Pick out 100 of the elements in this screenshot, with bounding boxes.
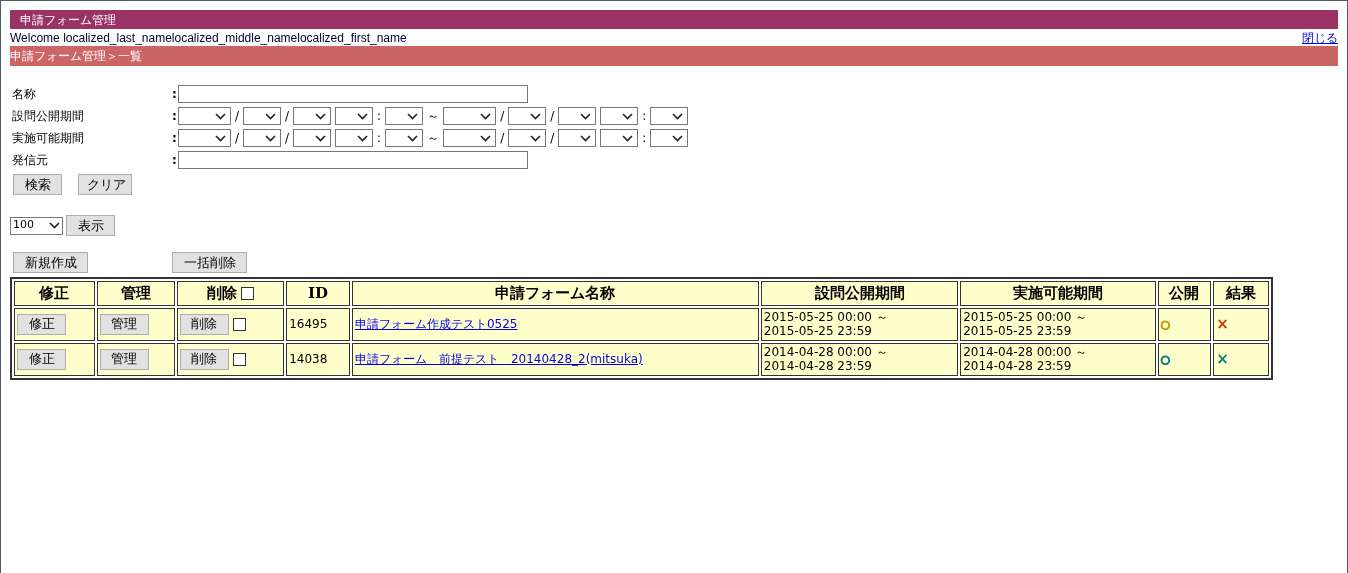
field-label: 名称: [12, 86, 37, 103]
separator: /: [550, 108, 555, 125]
close-link[interactable]: 閉じる: [1302, 28, 1338, 47]
separator: /: [235, 130, 240, 147]
header-title: 申請フォーム管理: [20, 11, 116, 29]
dropdown[interactable]: [650, 129, 689, 147]
status-mark: ×: [1216, 314, 1229, 333]
separator: /: [550, 130, 555, 147]
dropdown[interactable]: [385, 129, 424, 147]
dropdown[interactable]: [558, 129, 597, 147]
column-header: ID: [286, 281, 350, 306]
dropdown[interactable]: [243, 107, 282, 125]
chevron-icon: [357, 134, 369, 142]
dropdown[interactable]: [293, 129, 332, 147]
manage-button[interactable]: 管理: [99, 313, 149, 335]
chevron-icon: [265, 112, 277, 120]
dropdown[interactable]: [443, 129, 497, 147]
welcome-text: Welcome localized_last_namelocalized_middle_namelocalized_first_name: [10, 29, 407, 47]
chevron-icon: [530, 134, 542, 142]
edit-button[interactable]: 修正: [17, 348, 66, 370]
column-header: 管理: [96, 281, 175, 306]
table-cell: 16495: [286, 307, 350, 341]
dropdown[interactable]: [293, 107, 332, 125]
chevron-icon: [672, 112, 684, 120]
dropdown[interactable]: [650, 107, 689, 125]
colon: :: [172, 130, 178, 147]
chevron-icon: [580, 134, 592, 142]
dropdown[interactable]: [558, 107, 597, 125]
show-button[interactable]: 表示: [66, 215, 115, 236]
period-text: 2014-04-28 23:59: [763, 359, 873, 373]
period-text: 2014-04-28 00:00 ～: [763, 345, 889, 359]
search-form-button[interactable]: 検索: [13, 174, 62, 195]
dropdown[interactable]: [385, 107, 424, 125]
dropdown[interactable]: [508, 129, 547, 147]
input-field[interactable]: [178, 151, 528, 169]
delete-button[interactable]: 削除: [179, 313, 229, 335]
input-field[interactable]: [178, 85, 528, 103]
separator: :: [642, 130, 647, 147]
separator: ～: [427, 108, 440, 125]
status-mark: ×: [1216, 349, 1229, 368]
page-size-dropdown[interactable]: 100: [10, 216, 63, 235]
breadcrumb: 申請フォーム管理＞一覧: [10, 48, 142, 65]
chevron-icon: [580, 112, 592, 120]
table-cell: 14038: [286, 342, 350, 376]
dropdown[interactable]: [508, 107, 547, 125]
chevron-icon: [622, 134, 634, 142]
period-text: 2014-04-28 00:00 ～: [963, 345, 1089, 359]
dropdown[interactable]: [600, 129, 639, 147]
dropdown[interactable]: [335, 107, 374, 125]
dropdown[interactable]: [335, 129, 374, 147]
form-name-link[interactable]: 申請フォーム作成テスト0525: [354, 317, 518, 331]
dropdown[interactable]: [600, 107, 639, 125]
chevron-icon: [315, 134, 327, 142]
separator: ～: [427, 130, 440, 147]
chevron-icon: [480, 112, 492, 120]
separator: /: [285, 130, 290, 147]
checkbox[interactable]: [232, 317, 246, 331]
column-header: 実施可能期間: [960, 281, 1156, 306]
dropdown[interactable]: [178, 107, 231, 125]
chevron-icon: [265, 134, 277, 142]
status-mark: ○: [1160, 352, 1171, 366]
status-mark: ○: [1160, 317, 1171, 331]
chevron-icon: [215, 112, 226, 120]
colon: :: [172, 108, 178, 125]
column-header: 結果: [1213, 281, 1269, 306]
chevron-icon: [407, 112, 419, 120]
checkbox[interactable]: [232, 352, 246, 366]
separator: /: [285, 108, 290, 125]
chevron-icon: [315, 112, 327, 120]
search-form-button[interactable]: クリア: [78, 174, 132, 195]
field-label: 発信元: [12, 152, 49, 169]
column-header: 修正: [14, 281, 95, 306]
separator: /: [500, 130, 505, 147]
period-text: 2015-05-25 00:00 ～: [763, 310, 889, 324]
bulk-delete-button[interactable]: 一括削除: [172, 252, 247, 273]
chevron-icon: [480, 134, 492, 142]
edit-button[interactable]: 修正: [17, 313, 66, 335]
create-button[interactable]: 新規作成: [13, 252, 88, 273]
period-text: 2015-05-25 23:59: [963, 324, 1073, 338]
dropdown[interactable]: [178, 129, 231, 147]
chevron-icon: [215, 134, 226, 142]
colon: :: [172, 86, 178, 103]
chevron-icon: [622, 112, 634, 120]
period-text: 2014-04-28 23:59: [963, 359, 1073, 373]
column-header: 公開: [1157, 281, 1212, 306]
period-text: 2015-05-25 23:59: [763, 324, 873, 338]
manage-button[interactable]: 管理: [99, 348, 149, 370]
separator: :: [377, 130, 382, 147]
separator: :: [642, 108, 647, 125]
checkbox[interactable]: [240, 286, 254, 300]
column-header: 申請フォーム名称: [351, 281, 759, 306]
field-label: 実施可能期間: [12, 130, 85, 147]
chevron-icon: [672, 134, 684, 142]
dropdown[interactable]: [243, 129, 282, 147]
field-label: 設問公開期間: [12, 108, 85, 125]
delete-button[interactable]: 削除: [179, 348, 229, 370]
separator: /: [500, 108, 505, 125]
dropdown[interactable]: [443, 107, 497, 125]
separator: /: [235, 108, 240, 125]
chevron-icon: [530, 112, 542, 120]
